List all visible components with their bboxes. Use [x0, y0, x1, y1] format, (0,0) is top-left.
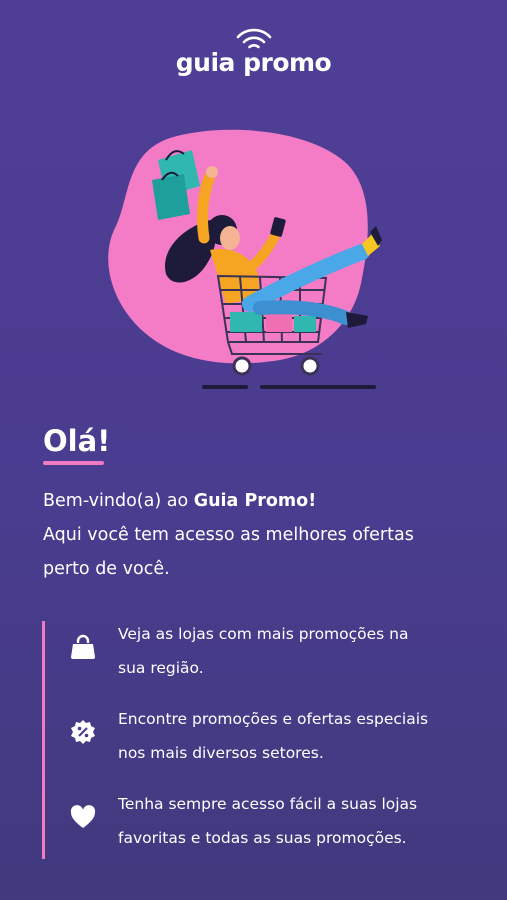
feature-text: Tenha sempre acesso fácil a suas lojas f…: [118, 787, 417, 855]
welcome-text: Bem-vindo(a) ao Guia Promo! Aqui você te…: [43, 484, 483, 586]
feature-item-sectors: Encontre promoções e ofertas especiais n…: [68, 702, 468, 770]
greeting-underline: [43, 461, 104, 465]
greeting-title: Olá!: [43, 424, 111, 458]
feature-line: Encontre promoções e ofertas especiais: [118, 710, 429, 728]
feature-text: Encontre promoções e ofertas especiais n…: [118, 702, 428, 770]
heart-icon: [68, 802, 98, 832]
welcome-line-3: perto de você.: [43, 559, 170, 579]
feature-item-favorites: Tenha sempre acesso fácil a suas lojas f…: [68, 787, 468, 855]
feature-line: favoritas e todas as suas promoções.: [118, 829, 407, 847]
welcome-line-2: Aqui você tem acesso as melhores ofertas: [43, 525, 414, 545]
wifi-signal-icon: [236, 28, 271, 49]
logo-text: guia promo: [175, 48, 332, 77]
app-logo: guia promo: [0, 28, 507, 77]
welcome-line-1: Bem-vindo(a) ao Guia Promo!: [43, 484, 483, 518]
shopping-bag-icon: [68, 632, 98, 662]
brand-name: Guia Promo!: [193, 491, 317, 511]
discount-badge-icon: [68, 717, 98, 747]
feature-text: Veja as lojas com mais promoções na sua …: [118, 617, 409, 685]
shopping-cart-illustration: [100, 128, 400, 402]
feature-line: Tenha sempre acesso fácil a suas lojas: [118, 795, 418, 813]
feature-line: Veja as lojas com mais promoções na: [118, 625, 409, 643]
feature-item-stores: Veja as lojas com mais promoções na sua …: [68, 617, 468, 685]
welcome-prefix: Bem-vindo(a) ao: [43, 491, 194, 511]
feature-line: nos mais diversos setores.: [118, 744, 324, 762]
feature-line: sua região.: [118, 659, 204, 677]
feature-list: Veja as lojas com mais promoções na sua …: [42, 621, 482, 859]
